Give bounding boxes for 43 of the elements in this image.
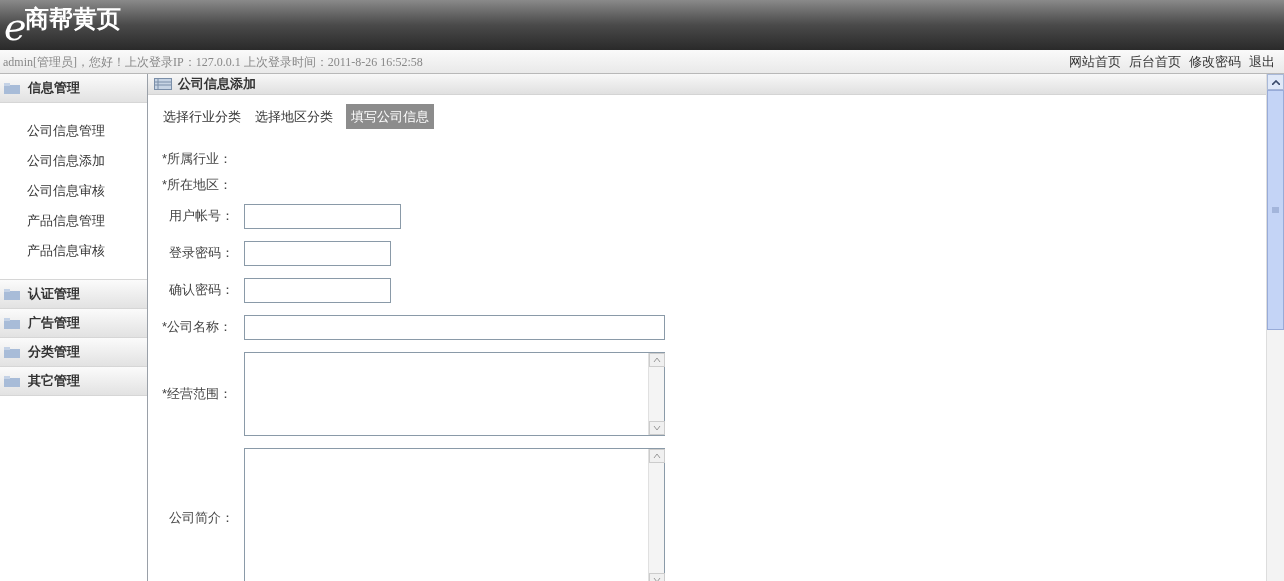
logo-text: 商帮黄页 <box>24 4 121 32</box>
input-field[interactable] <box>244 277 391 303</box>
field-label: 用户帐号： <box>168 207 235 226</box>
login-info: admin[管理员]，您好！上次登录IP：127.0.0.1 上次登录时间：2011-8-26 16:52:58 <box>3 53 423 71</box>
folder-icon <box>4 317 20 329</box>
folder-icon <box>4 346 20 358</box>
folder-icon <box>4 375 20 387</box>
nav-link[interactable]: 网站首页 <box>1069 51 1121 72</box>
nav-link[interactable]: 后台首页 <box>1129 51 1181 72</box>
scrollbar[interactable] <box>1266 74 1284 581</box>
sidebar-group-header[interactable]: 分类管理 <box>0 338 147 367</box>
input-field[interactable] <box>244 240 391 266</box>
step-tab[interactable]: 选择行业分类 <box>162 103 242 129</box>
sidebar-group-header[interactable]: 广告管理 <box>0 309 147 338</box>
input-field[interactable] <box>244 314 665 340</box>
text-area[interactable] <box>244 351 665 436</box>
field-label: *经营范围： <box>162 384 234 403</box>
step-tab[interactable]: 选择地区分类 <box>254 103 334 129</box>
scroll-down-icon[interactable] <box>649 420 665 435</box>
scroll-up-icon[interactable] <box>1271 79 1280 85</box>
table-icon <box>154 77 172 90</box>
field-label: *所在地区： <box>162 175 234 194</box>
scroll-up-button[interactable] <box>1267 74 1284 90</box>
nav-link[interactable]: 修改密码 <box>1189 51 1241 72</box>
field-label: *公司名称： <box>162 318 234 337</box>
field-label: *所属行业： <box>162 149 234 168</box>
panel-title: 公司信息添加 <box>178 75 256 93</box>
input-field[interactable] <box>244 203 401 229</box>
sidebar-link[interactable]: 产品信息审核 <box>0 236 147 266</box>
field-label: 登录密码： <box>168 244 235 263</box>
sidebar-link[interactable]: 公司信息审核 <box>0 176 147 206</box>
folder-icon <box>4 288 20 300</box>
sidebar-group-header[interactable]: 认证管理 <box>0 280 147 309</box>
sidebar-group-header[interactable]: 信息管理 <box>0 74 147 103</box>
sidebar-group-header[interactable]: 其它管理 <box>0 367 147 396</box>
field-label: 确认密码： <box>168 281 235 300</box>
scroll-thumb[interactable] <box>1267 90 1284 330</box>
folder-icon <box>4 82 20 94</box>
field-label: 公司简介： <box>168 508 235 527</box>
sidebar-link[interactable]: 公司信息管理 <box>0 116 147 146</box>
sidebar-link[interactable]: 公司信息添加 <box>0 146 147 176</box>
sidebar-link[interactable]: 产品信息管理 <box>0 206 147 236</box>
nav-link[interactable]: 退出 <box>1249 51 1275 72</box>
